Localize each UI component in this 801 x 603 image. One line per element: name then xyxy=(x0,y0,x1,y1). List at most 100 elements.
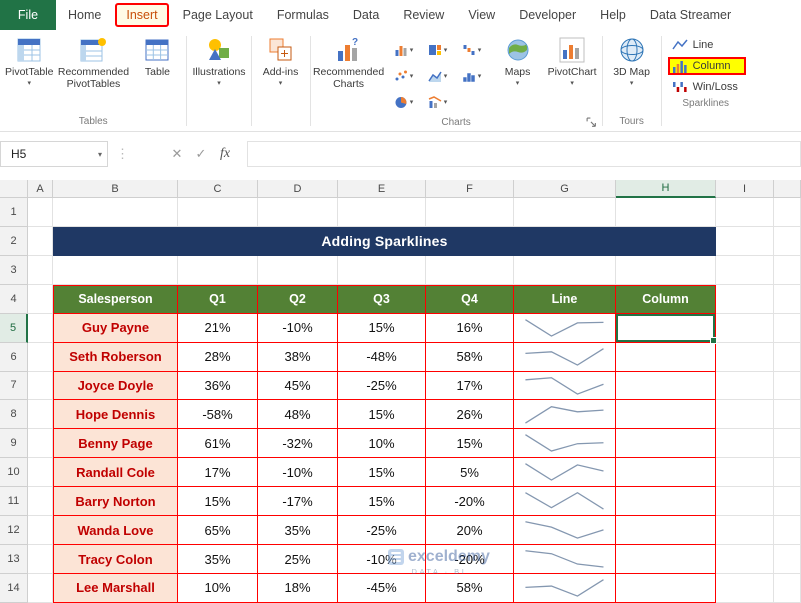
addins-button[interactable]: Add-ins ▾ xyxy=(254,33,308,88)
cell-h6[interactable] xyxy=(616,342,716,372)
cell-h9[interactable] xyxy=(616,429,716,459)
cell-b1[interactable] xyxy=(53,198,178,227)
cell-g9-line-sparkline[interactable] xyxy=(514,429,616,459)
column-header-f[interactable]: F xyxy=(426,180,514,198)
cell-g5-line-sparkline[interactable] xyxy=(514,313,616,343)
cell-d8[interactable]: 48% xyxy=(258,400,338,430)
sparkline-line-button[interactable]: Line xyxy=(668,36,746,54)
cell-e11[interactable]: 15% xyxy=(338,487,426,517)
file-tab[interactable]: File xyxy=(0,0,56,30)
cell-e12[interactable]: -25% xyxy=(338,516,426,546)
cell-h14[interactable] xyxy=(616,573,716,603)
cell-c10[interactable]: 17% xyxy=(178,458,258,488)
enter-icon[interactable]: ✓ xyxy=(189,146,213,162)
cell-h7[interactable] xyxy=(616,371,716,401)
cell-h12[interactable] xyxy=(616,516,716,546)
cell-e9[interactable]: 10% xyxy=(338,429,426,459)
row-header-10[interactable]: 10 xyxy=(0,458,28,488)
row-header-2[interactable]: 2 xyxy=(0,226,28,256)
cell-c14[interactable]: 10% xyxy=(178,573,258,603)
cell-a7[interactable] xyxy=(28,371,53,401)
cell-c11[interactable]: 15% xyxy=(178,487,258,517)
cell-g6-line-sparkline[interactable] xyxy=(514,342,616,372)
tab-view[interactable]: View xyxy=(456,0,507,30)
cell-g1[interactable] xyxy=(514,198,616,227)
name-box-dropdown-icon[interactable]: ▾ xyxy=(98,150,102,159)
cell-c8[interactable]: -58% xyxy=(178,400,258,430)
cell-i12[interactable] xyxy=(716,516,774,546)
column-header-g[interactable]: G xyxy=(514,180,616,198)
cell-h10[interactable] xyxy=(616,458,716,488)
select-all-button[interactable] xyxy=(0,180,28,198)
tab-page-layout[interactable]: Page Layout xyxy=(171,0,265,30)
cell-d3[interactable] xyxy=(258,255,338,285)
column-header-i[interactable]: I xyxy=(716,180,774,198)
cell-i10[interactable] xyxy=(716,458,774,488)
cell-b10-salesperson[interactable]: Randall Cole xyxy=(53,458,178,488)
cell-g12-line-sparkline[interactable] xyxy=(514,516,616,546)
cell-f3[interactable] xyxy=(426,255,514,285)
cell-e10[interactable]: 15% xyxy=(338,458,426,488)
cell-i1[interactable] xyxy=(716,198,774,227)
cell-e8[interactable]: 15% xyxy=(338,400,426,430)
cell-a6[interactable] xyxy=(28,342,53,372)
maps-button[interactable]: Maps ▾ xyxy=(491,33,545,88)
cell-f6[interactable]: 58% xyxy=(426,342,514,372)
cell-d5[interactable]: -10% xyxy=(258,313,338,343)
cell-c5[interactable]: 21% xyxy=(178,313,258,343)
cell-a14[interactable] xyxy=(28,573,53,603)
formula-input[interactable] xyxy=(247,141,801,167)
charts-dialog-launcher-icon[interactable] xyxy=(586,117,597,128)
cell-b13-salesperson[interactable]: Tracy Colon xyxy=(53,545,178,574)
insert-combo-chart-button[interactable]: ▾ xyxy=(421,89,455,115)
insert-pie-chart-button[interactable]: ▾ xyxy=(387,89,421,115)
cell-c6[interactable]: 28% xyxy=(178,342,258,372)
cell-a5[interactable] xyxy=(28,313,53,343)
column-header-e[interactable]: E xyxy=(338,180,426,198)
cell-f12[interactable]: 20% xyxy=(426,516,514,546)
cell-g8-line-sparkline[interactable] xyxy=(514,400,616,430)
cell-c13[interactable]: 35% xyxy=(178,545,258,574)
cell-b11-salesperson[interactable]: Barry Norton xyxy=(53,487,178,517)
tab-review[interactable]: Review xyxy=(391,0,456,30)
insert-column-chart-button[interactable]: ▾ xyxy=(387,37,421,63)
column-header-h[interactable]: H xyxy=(616,180,716,198)
row-header-11[interactable]: 11 xyxy=(0,487,28,517)
cell-a3[interactable] xyxy=(28,255,53,285)
cell-b8-salesperson[interactable]: Hope Dennis xyxy=(53,400,178,430)
cell-b7-salesperson[interactable]: Joyce Doyle xyxy=(53,371,178,401)
insert-hierarchy-chart-button[interactable]: ▾ xyxy=(421,37,455,63)
cell-f8[interactable]: 26% xyxy=(426,400,514,430)
cell-i4[interactable] xyxy=(716,284,774,314)
insert-statistic-chart-button[interactable]: ▾ xyxy=(455,63,489,89)
cell-a2[interactable] xyxy=(28,226,53,256)
cell-h3[interactable] xyxy=(616,255,716,285)
pivotchart-button[interactable]: PivotChart ▾ xyxy=(545,33,600,88)
insert-waterfall-chart-button[interactable]: ▾ xyxy=(455,37,489,63)
cell-g11-line-sparkline[interactable] xyxy=(514,487,616,517)
row-header-7[interactable]: 7 xyxy=(0,371,28,401)
cell-h5[interactable] xyxy=(616,313,717,344)
cell-a1[interactable] xyxy=(28,198,53,227)
cell-a12[interactable] xyxy=(28,516,53,546)
tab-data[interactable]: Data xyxy=(341,0,391,30)
cell-d1[interactable] xyxy=(258,198,338,227)
insert-line-area-chart-button[interactable]: ▾ xyxy=(421,63,455,89)
insert-function-icon[interactable]: fx xyxy=(213,146,237,162)
sparkline-winloss-button[interactable]: Win/Loss xyxy=(668,78,746,96)
row-header-8[interactable]: 8 xyxy=(0,400,28,430)
cell-a9[interactable] xyxy=(28,429,53,459)
cell-d10[interactable]: -10% xyxy=(258,458,338,488)
cell-i11[interactable] xyxy=(716,487,774,517)
row-header-3[interactable]: 3 xyxy=(0,255,28,285)
recommended-charts-button[interactable]: ? Recommended Charts xyxy=(313,33,385,90)
cell-f7[interactable]: 17% xyxy=(426,371,514,401)
tab-formulas[interactable]: Formulas xyxy=(265,0,341,30)
cell-f5[interactable]: 16% xyxy=(426,313,514,343)
row-header-5[interactable]: 5 xyxy=(0,313,28,343)
tab-help[interactable]: Help xyxy=(588,0,638,30)
row-header-13[interactable]: 13 xyxy=(0,545,28,574)
name-box[interactable]: H5 ▾ xyxy=(0,141,108,167)
cell-e1[interactable] xyxy=(338,198,426,227)
row-header-12[interactable]: 12 xyxy=(0,516,28,546)
